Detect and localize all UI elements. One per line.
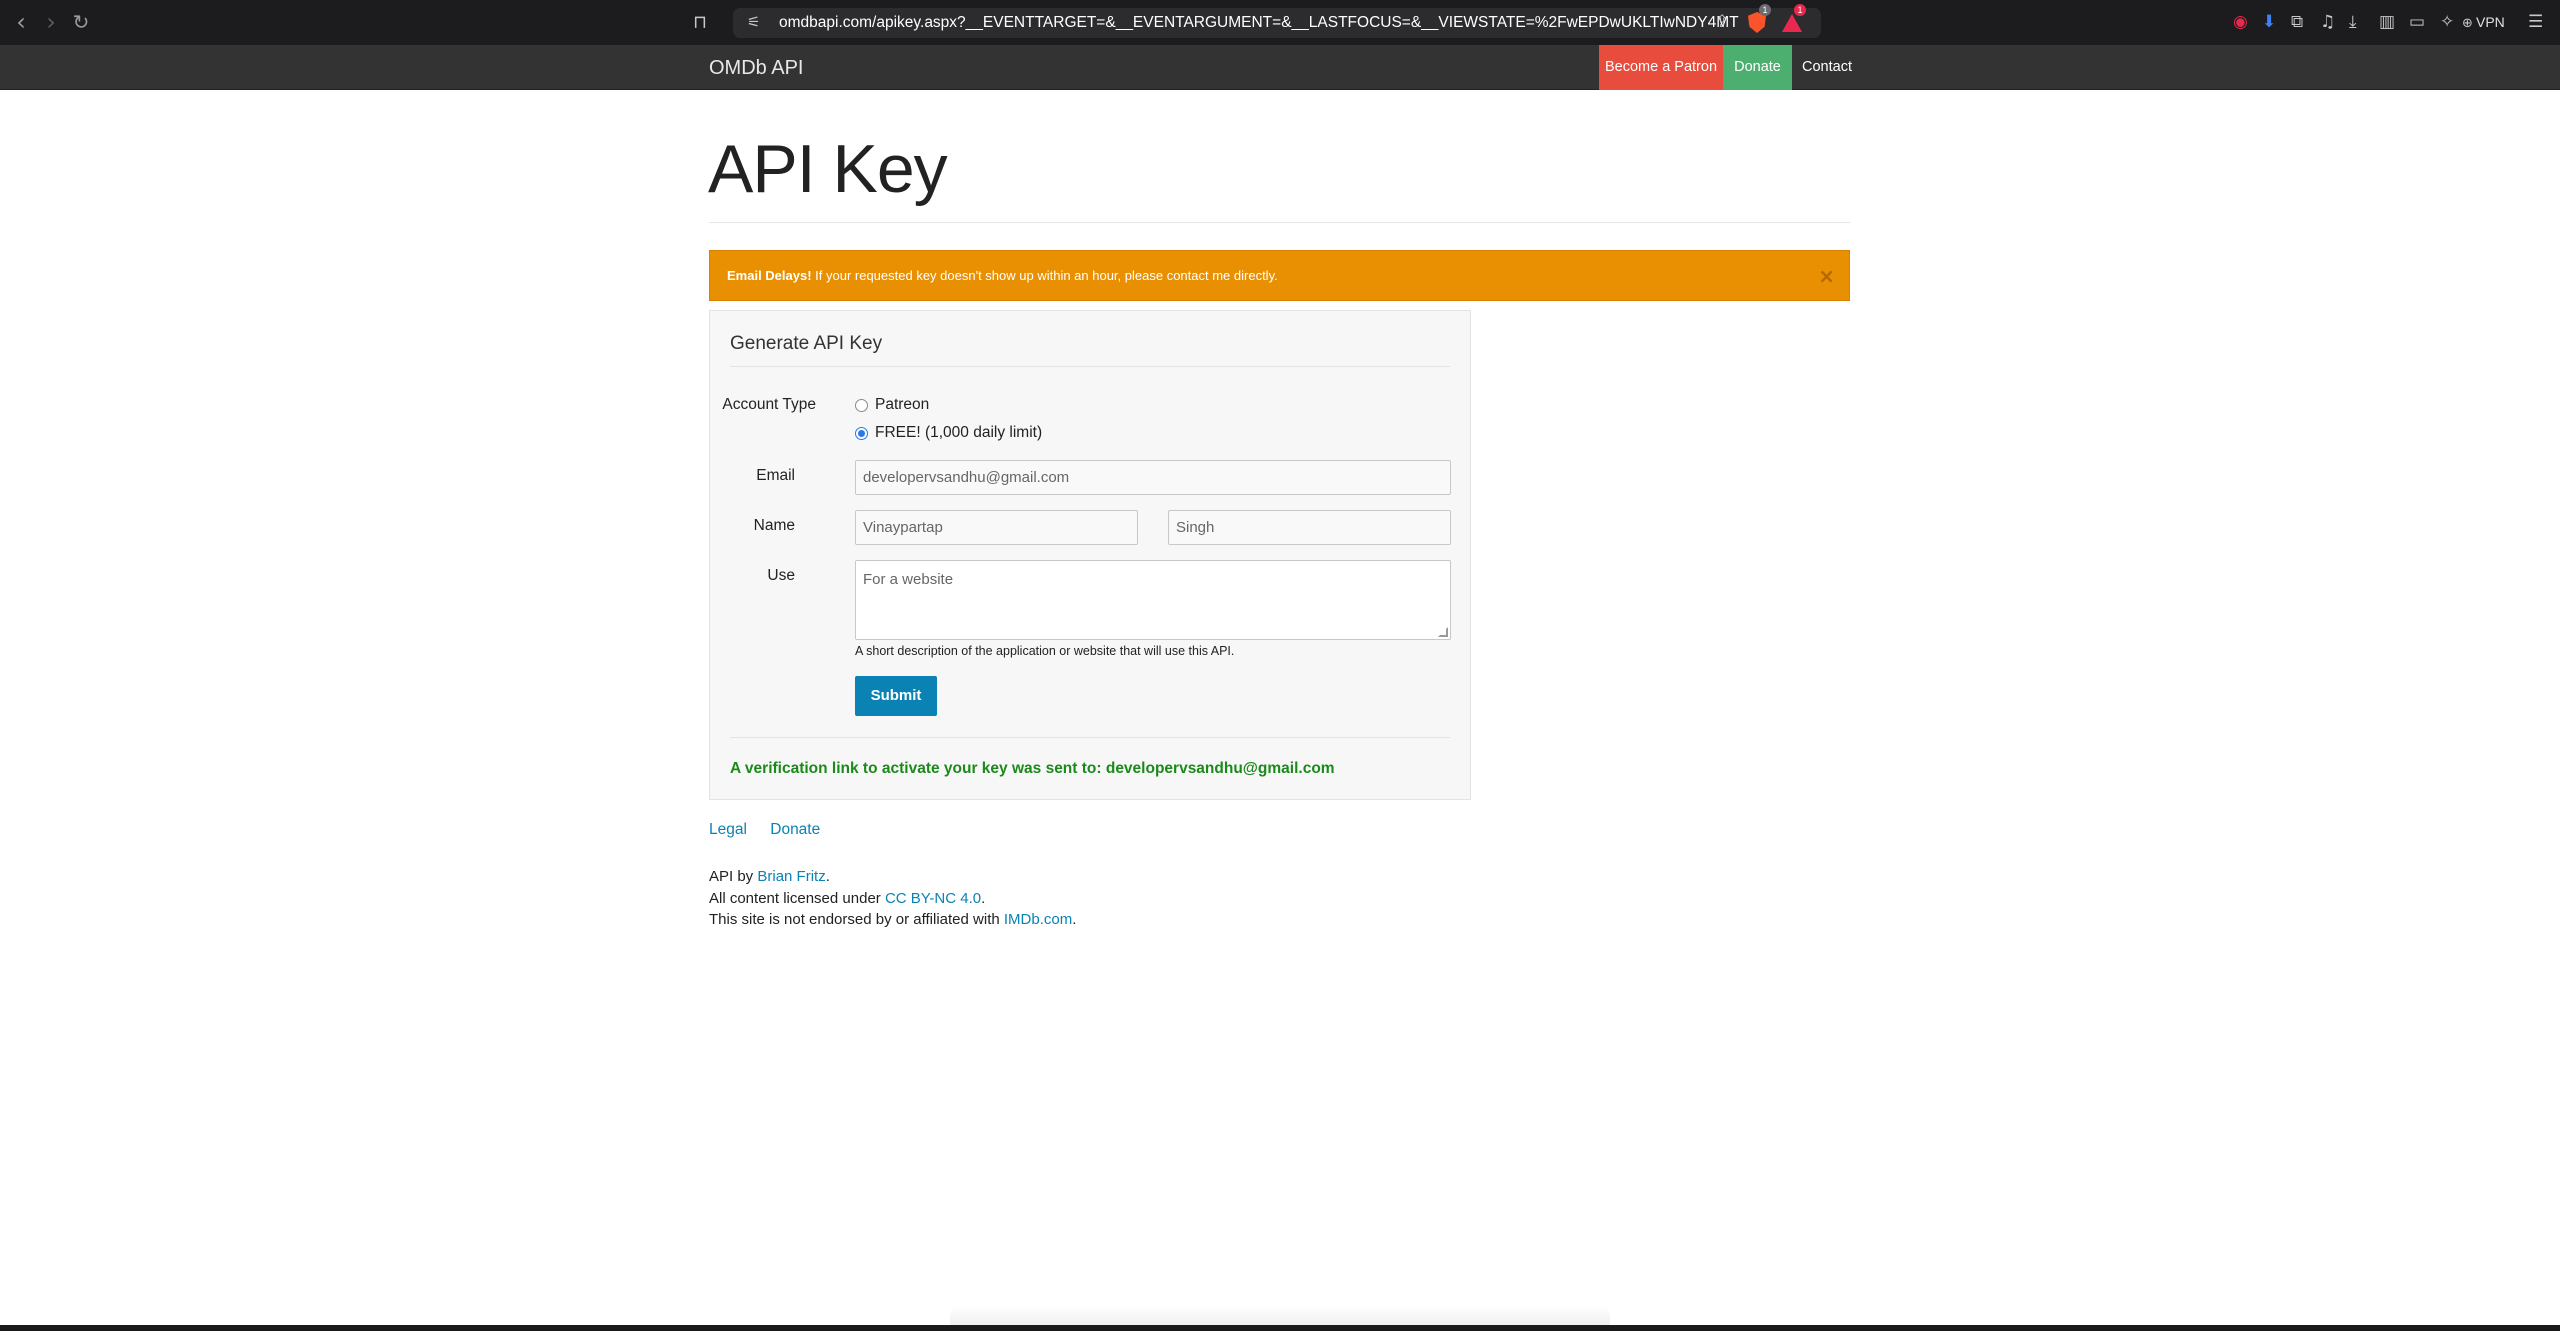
author-link[interactable]: Brian Fritz	[757, 868, 825, 885]
forward-icon[interactable]: ›	[40, 10, 62, 34]
donate-nav-link[interactable]: Donate	[1723, 45, 1792, 90]
author-suffix: .	[825, 868, 830, 885]
form-legend: Generate API Key	[730, 333, 883, 354]
name-label: Name	[753, 517, 795, 534]
brave-rewards-icon[interactable]	[1782, 14, 1802, 32]
shields-count-badge: 1	[1759, 4, 1771, 16]
menu-icon[interactable]: ☰	[2528, 12, 2543, 32]
brand-link[interactable]: OMDb API	[709, 57, 803, 80]
page-title: API Key	[708, 131, 948, 207]
vpn-label[interactable]: VPN	[2476, 14, 2505, 30]
radio-free[interactable]: FREE! (1,000 daily limit)	[855, 424, 1042, 442]
reload-icon[interactable]: ↻	[70, 11, 92, 33]
rewards-count-badge: 1	[1794, 4, 1806, 16]
disclaimer-prefix: This site is not endorsed by or affiliat…	[709, 911, 1004, 928]
sidebar-icon[interactable]: ▥	[2379, 12, 2395, 32]
legal-link[interactable]: Legal	[709, 821, 747, 838]
title-divider	[709, 222, 1850, 223]
use-help-text: A short description of the application o…	[855, 644, 1235, 658]
form-divider	[730, 737, 1450, 738]
alert-message: Email Delays! If your requested key does…	[727, 268, 1278, 283]
footer-line-author: API by Brian Fritz.	[709, 866, 1076, 888]
download-badge-icon[interactable]: ⬇	[2262, 12, 2276, 32]
license-suffix: .	[981, 889, 986, 907]
license-prefix: All content licensed under	[709, 889, 885, 907]
address-bar[interactable]: ⊓ ⚟ omdbapi.com/apikey.aspx?__EVENTTARGE…	[693, 4, 1821, 38]
dock-shadow	[950, 1305, 1610, 1325]
free-radio-label[interactable]: FREE! (1,000 daily limit)	[875, 424, 1042, 442]
license-link[interactable]: CC BY-NC 4.0	[885, 890, 981, 907]
patreon-radio[interactable]	[855, 398, 868, 412]
browser-toolbar: ‹ › ↻ ⊓ ⚟ omdbapi.com/apikey.aspx?__EVEN…	[0, 0, 2560, 45]
email-label: Email	[756, 467, 795, 484]
email-delay-alert: Email Delays! If your requested key does…	[709, 250, 1850, 301]
free-radio[interactable]	[855, 426, 868, 440]
use-label: Use	[767, 567, 795, 584]
extensions-icon[interactable]: ⧉	[2291, 12, 2303, 32]
imdb-link[interactable]: IMDb.com	[1004, 911, 1072, 928]
last-name-field[interactable]: Singh	[1168, 510, 1451, 545]
vpn-icon[interactable]: ⊕	[2462, 14, 2473, 34]
patreon-radio-label[interactable]: Patreon	[875, 396, 929, 414]
record-icon[interactable]: ◉	[2233, 12, 2248, 32]
verification-success-message: A verification link to activate your key…	[730, 760, 1335, 777]
use-textarea[interactable]: For a website	[855, 560, 1451, 640]
donate-footer-link[interactable]: Donate	[770, 821, 820, 838]
back-icon[interactable]: ‹	[10, 10, 32, 34]
music-icon[interactable]: ♫	[2320, 12, 2335, 32]
footer-line-license: All content licensed under CC BY-NC 4.0.	[709, 888, 1076, 910]
contact-nav-link[interactable]: Contact	[1792, 45, 1862, 90]
submit-button[interactable]: Submit	[855, 676, 937, 716]
downloads-icon[interactable]: ⤓	[2349, 12, 2357, 32]
alert-strong: Email Delays!	[727, 268, 812, 283]
footer-links: Legal Donate	[709, 821, 839, 839]
wallet-icon[interactable]: ▭	[2409, 12, 2425, 32]
radio-patreon[interactable]: Patreon	[855, 396, 929, 414]
leo-icon[interactable]: ✧	[2440, 12, 2454, 32]
bookmark-icon[interactable]: ⊓	[693, 12, 707, 33]
share-icon[interactable]: ⇪	[1715, 12, 1729, 32]
legend-divider	[730, 366, 1450, 367]
url-text[interactable]: omdbapi.com/apikey.aspx?__EVENTTARGET=&_…	[779, 14, 1739, 32]
become-patron-link[interactable]: Become a Patron	[1599, 45, 1723, 90]
nav-links: Become a Patron Donate Contact	[1599, 45, 1862, 90]
disclaimer-suffix: .	[1072, 911, 1077, 928]
window-bottom-edge	[0, 1325, 2560, 1331]
close-icon[interactable]: ×	[1818, 264, 1835, 288]
first-name-field[interactable]: Vinaypartap	[855, 510, 1138, 545]
site-navbar: OMDb API Become a Patron Donate Contact	[0, 45, 2560, 90]
account-type-label: Account Type	[722, 396, 816, 413]
author-prefix: API by	[709, 868, 758, 885]
site-settings-icon[interactable]: ⚟	[747, 13, 760, 31]
footer-line-disclaimer: This site is not endorsed by or affiliat…	[709, 909, 1076, 931]
footer-credits: API by Brian Fritz. All content licensed…	[709, 866, 1076, 931]
alert-text: If your requested key doesn't show up wi…	[811, 268, 1278, 283]
email-field[interactable]: developervsandhu@gmail.com	[855, 460, 1451, 495]
generate-api-key-form: Generate API Key Account Type Patreon FR…	[709, 310, 1471, 800]
